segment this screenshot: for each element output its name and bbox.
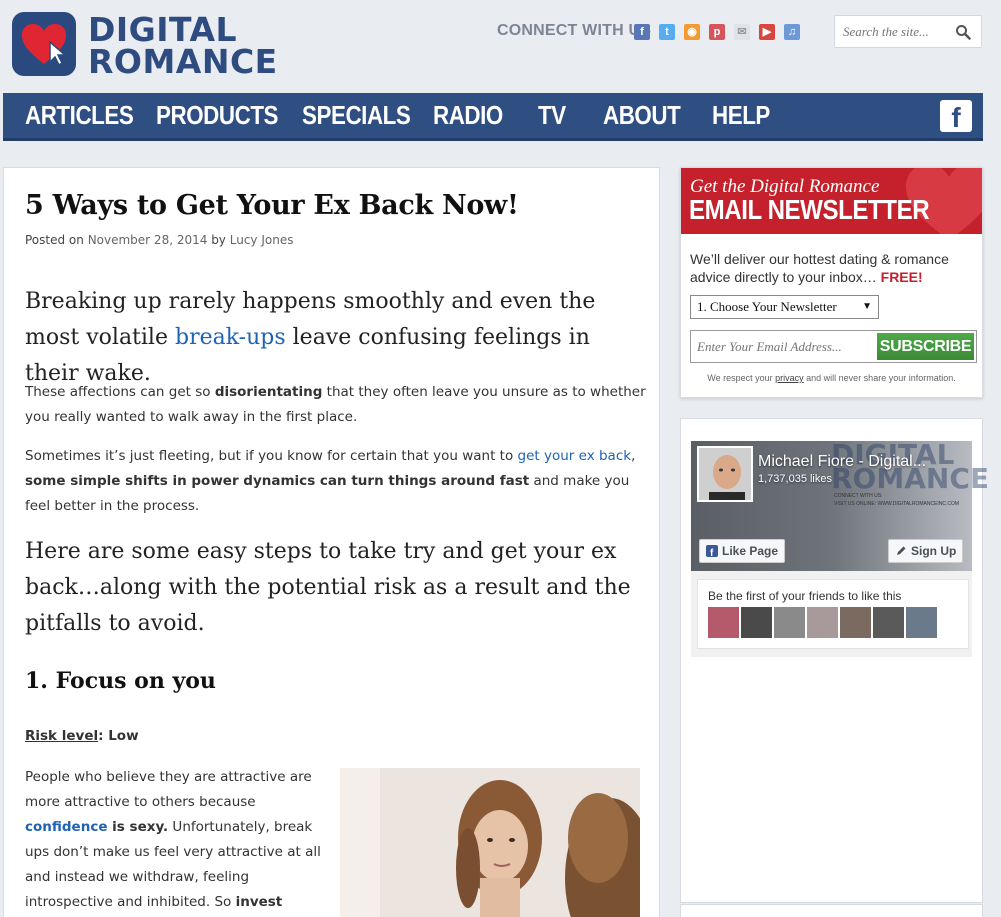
body-bold: is sexy.: [107, 819, 169, 835]
facebook-nav-icon[interactable]: f: [940, 100, 972, 133]
pencil-icon: [897, 546, 906, 555]
logo-line-2: ROMANCE: [88, 42, 278, 81]
nav-item-tv[interactable]: TV: [538, 100, 566, 131]
newsletter-form: SUBSCRIBE: [690, 330, 977, 363]
facebook-page-plugin: DIGITAL ROMANCE CONNECT WITH US: VISIT U…: [691, 441, 989, 657]
logo-wordmark: DIGITAL ROMANCE: [88, 13, 278, 81]
facebook-icon[interactable]: f: [634, 24, 650, 40]
cover-connect-text: CONNECT WITH US:: [834, 493, 883, 499]
friend-avatar[interactable]: [708, 607, 739, 638]
friend-faces: [708, 607, 937, 638]
friend-avatar[interactable]: [774, 607, 805, 638]
social-links: f t ◉ p ✉ ▶ ♫: [634, 24, 800, 40]
article-title: 5 Ways to Get Your Ex Back Now!: [25, 190, 519, 221]
like-page-label: Like Page: [722, 544, 779, 558]
risk-level: Risk level: Low: [25, 728, 139, 744]
p2-text: Sometimes it’s just fleeting, but if you…: [25, 448, 518, 464]
privacy-link[interactable]: privacy: [775, 373, 804, 383]
facebook-cover[interactable]: DIGITAL ROMANCE CONNECT WITH US: VISIT U…: [691, 441, 989, 571]
newsletter-description: We’ll deliver our hottest dating & roman…: [690, 250, 975, 286]
article-image: [340, 768, 640, 917]
newsletter-select-value: 1. Choose Your Newsletter: [697, 299, 837, 314]
friend-avatar[interactable]: [840, 607, 871, 638]
posted-on-label: Posted on: [25, 233, 88, 247]
risk-level-label: Risk level: [25, 728, 99, 744]
page-likes: 1,737,035 likes: [758, 473, 832, 485]
sign-up-label: Sign Up: [911, 544, 957, 558]
youtube-icon[interactable]: ▶: [759, 24, 775, 40]
dropdown-arrow-icon: ▼: [862, 301, 872, 312]
newsletter-widget: Get the Digital Romance EMAIL NEWSLETTER…: [680, 167, 983, 398]
page-name[interactable]: Michael Fiore - Digital...: [758, 453, 926, 471]
email-icon[interactable]: ✉: [734, 24, 750, 40]
article-meta: Posted on November 28, 2014 by Lucy Jone…: [25, 233, 293, 247]
site-header: DIGITAL ROMANCE CONNECT WITH US f t ◉ p …: [0, 0, 1001, 93]
friends-text: Be the first of your friends to like thi…: [708, 589, 902, 603]
search-icon[interactable]: [955, 24, 971, 40]
friends-section: Be the first of your friends to like thi…: [697, 579, 969, 649]
risk-level-value: : Low: [98, 728, 139, 744]
facebook-widget-box: DIGITAL ROMANCE CONNECT WITH US: VISIT U…: [680, 418, 989, 903]
p1-bold: disorientating: [214, 384, 323, 400]
itunes-icon[interactable]: ♫: [784, 24, 800, 40]
facebook-icon: f: [706, 545, 718, 557]
nav-item-about[interactable]: ABOUT: [603, 100, 681, 131]
pinterest-icon[interactable]: p: [709, 24, 725, 40]
newsletter-heading-main: EMAIL NEWSLETTER: [689, 194, 930, 225]
section-1-body: People who believe they are attractive a…: [25, 765, 325, 917]
site-search: [834, 15, 982, 48]
break-ups-link[interactable]: break-ups: [175, 325, 286, 350]
nav-item-help[interactable]: HELP: [712, 100, 770, 131]
privacy-note: We respect your privacy and will never s…: [681, 373, 982, 383]
newsletter-header: Get the Digital Romance EMAIL NEWSLETTER: [681, 168, 982, 234]
rss-icon[interactable]: ◉: [684, 24, 700, 40]
twitter-icon[interactable]: t: [659, 24, 675, 40]
p2-comma: ,: [631, 448, 636, 464]
nav-item-specials[interactable]: SPECIALS: [302, 100, 411, 131]
sign-up-button[interactable]: Sign Up: [888, 539, 964, 563]
paragraph-2: Sometimes it’s just fleeting, but if you…: [25, 444, 650, 519]
article-subhead: Here are some easy steps to take try and…: [25, 539, 631, 636]
free-badge: FREE!: [880, 269, 923, 285]
subscribe-button[interactable]: SUBSCRIBE: [877, 333, 974, 360]
author-link[interactable]: Lucy Jones: [230, 233, 294, 247]
like-page-button[interactable]: f Like Page: [699, 539, 786, 563]
site-logo[interactable]: DIGITAL ROMANCE: [12, 12, 302, 80]
confidence-link[interactable]: confidence: [25, 819, 107, 835]
section-1-title: 1. Focus on you: [25, 668, 216, 694]
friend-avatar[interactable]: [807, 607, 838, 638]
p2-bold: some simple shifts in power dynamics can…: [25, 473, 530, 489]
nav-item-radio[interactable]: RADIO: [433, 100, 503, 131]
newsletter-select[interactable]: 1. Choose Your Newsletter ▼: [690, 295, 879, 319]
friend-avatar[interactable]: [741, 607, 772, 638]
email-input[interactable]: [697, 337, 867, 357]
post-date-link[interactable]: November 28, 2014: [88, 233, 208, 247]
body-text-1: People who believe they are attractive a…: [25, 769, 312, 810]
search-input[interactable]: [843, 23, 953, 41]
cover-url-text: VISIT US ONLINE: WWW.DIGITALROMANCEINC.C…: [834, 501, 960, 507]
nav-item-products[interactable]: PRODUCTS: [156, 100, 278, 131]
nav-item-articles[interactable]: ARTICLES: [25, 100, 134, 131]
p1-text: These affections can get so: [25, 384, 215, 400]
heart-cursor-icon: [12, 12, 76, 76]
page-avatar[interactable]: [697, 446, 753, 502]
privacy-text-2: and will never share your information.: [803, 373, 956, 383]
article-lead: Breaking up rarely happens smoothly and …: [25, 284, 645, 392]
friend-avatar[interactable]: [906, 607, 937, 638]
by-label: by: [207, 233, 230, 247]
sidebar-widget-next: [680, 904, 983, 917]
friend-avatar[interactable]: [873, 607, 904, 638]
paragraph-1: These affections can get so disorientati…: [25, 380, 650, 430]
article: 5 Ways to Get Your Ex Back Now! Posted o…: [3, 167, 660, 917]
privacy-text: We respect your: [707, 373, 776, 383]
get-your-ex-back-link[interactable]: get your ex back: [518, 448, 632, 464]
main-nav: ARTICLES PRODUCTS SPECIALS RADIO TV ABOU…: [3, 93, 983, 141]
connect-label: CONNECT WITH US: [497, 22, 652, 39]
